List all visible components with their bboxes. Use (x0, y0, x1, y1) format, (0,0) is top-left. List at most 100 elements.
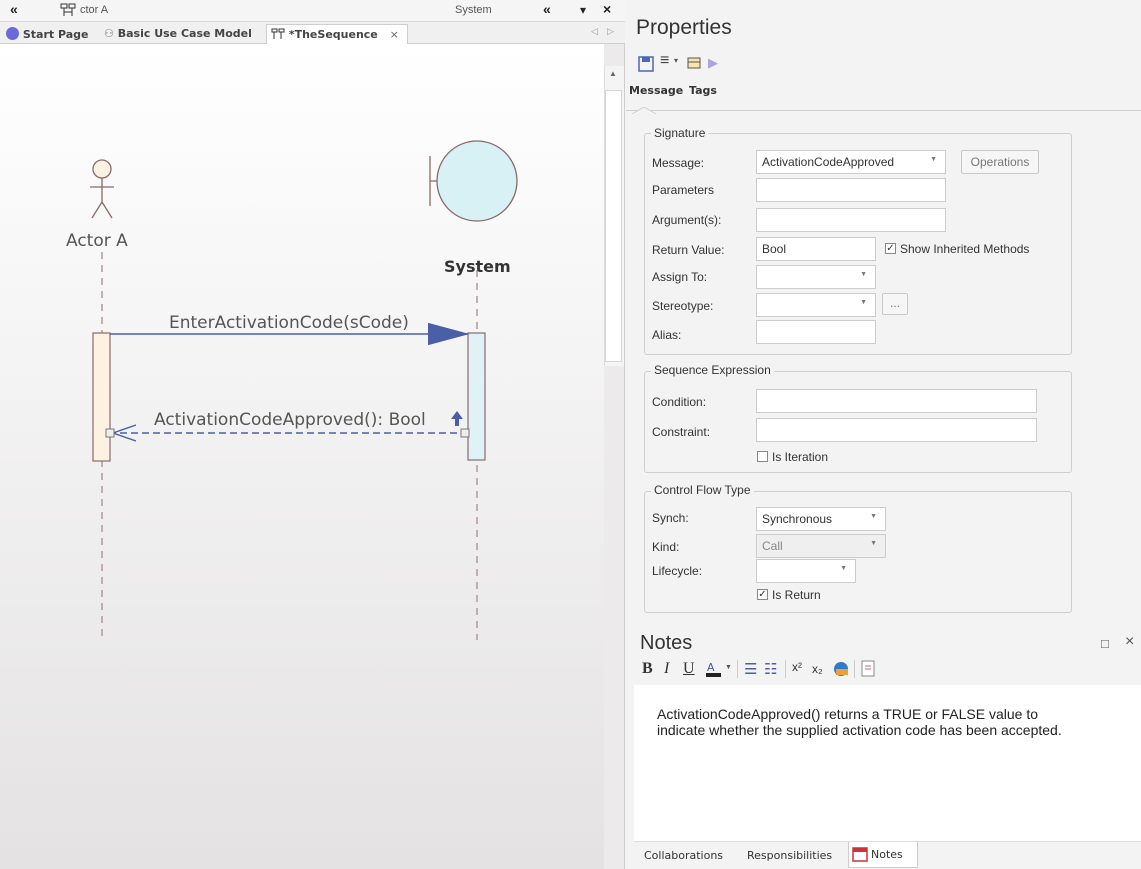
message-label-return[interactable]: ActivationCodeApproved(): Bool (154, 410, 426, 430)
bold-button[interactable]: B (642, 660, 653, 678)
signature-legend: Signature (651, 126, 709, 140)
tab-divider (626, 110, 1141, 111)
tab-the-sequence[interactable]: *TheSequence × (266, 24, 408, 44)
system-activation-bar[interactable] (467, 332, 486, 461)
element-icon[interactable] (686, 55, 704, 71)
synch-value: Synchronous (762, 512, 833, 526)
notes-tab-icon (852, 846, 868, 865)
stereotype-select[interactable]: ▼ (756, 293, 876, 317)
is-iteration-label: Is Iteration (772, 450, 829, 464)
spellcheck-icon[interactable] (832, 660, 850, 681)
notes-title: Notes (640, 632, 693, 654)
expand-left-button[interactable]: « (10, 1, 18, 17)
kind-label: Kind: (652, 540, 680, 554)
notes-editor[interactable]: ActivationCodeApproved() returns a TRUE … (634, 685, 1141, 841)
message-label-enter[interactable]: EnterActivationCode(sCode) (169, 313, 409, 333)
tab-tags[interactable]: Tags (689, 84, 717, 97)
message-handle[interactable] (460, 428, 470, 438)
maximize-icon[interactable]: □ (1101, 636, 1109, 651)
boundary-icon[interactable] (429, 140, 518, 222)
save-icon[interactable] (638, 56, 654, 72)
notes-toolbar: B I U A ▼ ☰ ☷ x² x₂ (640, 660, 960, 682)
condition-label: Condition: (652, 395, 707, 409)
document-tabs: Start Page ⚇ Basic Use Case Model *TheSe… (0, 22, 625, 44)
stereotype-label: Stereotype: (652, 299, 714, 313)
operations-button[interactable]: Operations (961, 150, 1039, 174)
tab-start-page[interactable]: Start Page (2, 24, 92, 44)
actor-label[interactable]: Actor A (66, 231, 128, 251)
tab-notes[interactable]: Notes (848, 842, 918, 868)
font-color-icon[interactable]: A (705, 660, 723, 681)
breadcrumb-system[interactable]: System (455, 4, 492, 16)
system-label[interactable]: System (444, 257, 511, 276)
return-value-field[interactable]: Bool (756, 237, 876, 261)
actor-activation-bar[interactable] (92, 332, 111, 462)
collapse-button[interactable]: « (543, 1, 551, 17)
show-inherited-label: Show Inherited Methods (900, 242, 1030, 256)
close-icon[interactable]: × (603, 1, 611, 17)
is-return-label: Is Return (772, 588, 821, 602)
tab-scroll-right-icon[interactable]: ▷ (607, 26, 614, 37)
scrollbar-thumb[interactable] (605, 90, 622, 362)
underline-button[interactable]: U (683, 660, 695, 678)
assign-to-select[interactable]: ▼ (756, 265, 876, 289)
tab-close-icon[interactable]: × (390, 28, 399, 41)
tab-label: Basic Use Case Model (117, 27, 252, 40)
diagram-title-bar: « ctor A System « ▾ × (0, 0, 625, 22)
numbered-list-icon[interactable]: ☷ (764, 660, 777, 678)
synch-select[interactable]: Synchronous ▼ (756, 507, 886, 531)
properties-toolbar: ≡ ▾ ▶ (638, 52, 778, 75)
menu-icon[interactable]: ≡ (660, 52, 669, 70)
parameters-field[interactable] (756, 178, 946, 202)
actor-icon[interactable] (90, 159, 114, 219)
close-icon[interactable]: × (1125, 633, 1134, 651)
sequence-diagram-icon (271, 28, 289, 41)
show-inherited-checkbox[interactable]: ✓ (885, 243, 896, 254)
kind-select[interactable]: Call ▼ (756, 534, 886, 558)
synch-label: Synch: (652, 511, 689, 525)
lifecycle-select[interactable]: ▼ (756, 559, 856, 583)
chevron-down-icon: ▼ (930, 156, 937, 163)
tab-basic-use-case-model[interactable]: ⚇ Basic Use Case Model (100, 24, 256, 44)
italic-button[interactable]: I (664, 660, 669, 678)
control-flow-legend: Control Flow Type (651, 483, 754, 497)
message-label: Message: (652, 156, 705, 170)
tab-scroll-left-icon[interactable]: ◁ (591, 26, 598, 37)
play-icon[interactable]: ▶ (708, 55, 718, 71)
constraint-field[interactable] (756, 418, 1037, 442)
bullet-list-icon[interactable]: ☰ (744, 660, 757, 678)
toolbar-separator (785, 660, 786, 678)
toolbar-separator (737, 660, 738, 678)
tab-label: *TheSequence (288, 28, 378, 41)
subscript-button[interactable]: x₂ (812, 662, 823, 676)
message-handle[interactable] (105, 428, 115, 438)
tab-responsibilities[interactable]: Responsibilities (747, 849, 832, 862)
tab-collaborations[interactable]: Collaborations (644, 849, 723, 862)
return-value-label: Return Value: (652, 243, 725, 257)
alias-field[interactable] (756, 320, 876, 344)
breadcrumb-actor[interactable]: ctor A (80, 4, 108, 16)
is-return-checkbox[interactable]: ✓ (757, 589, 768, 600)
message-value: ActivationCodeApproved (762, 155, 895, 169)
use-case-icon: ⚇ (104, 27, 114, 40)
bottom-tabs: Collaborations Responsibilities Notes (634, 841, 1141, 869)
arguments-field[interactable] (756, 208, 946, 232)
chevron-down-icon[interactable]: ▾ (674, 56, 678, 65)
message-select[interactable]: ActivationCodeApproved ▼ (756, 150, 946, 174)
condition-field[interactable] (756, 389, 1037, 413)
superscript-button[interactable]: x² (792, 660, 802, 674)
dropdown-button[interactable]: ▾ (580, 3, 586, 17)
document-icon[interactable] (860, 660, 876, 681)
tab-label: Notes (871, 848, 903, 861)
tab-label: Start Page (22, 28, 89, 41)
constraint-label: Constraint: (652, 425, 711, 439)
toolbar-separator (854, 660, 855, 678)
is-iteration-checkbox[interactable] (757, 451, 768, 462)
tab-message[interactable]: Message (629, 84, 683, 97)
scroll-up-icon[interactable]: ▲ (609, 69, 617, 78)
notes-text[interactable]: ActivationCodeApproved() returns a TRUE … (657, 706, 1062, 738)
stereotype-browse-button[interactable]: ... (882, 293, 908, 315)
start-page-icon (6, 27, 19, 40)
diagram-window: « ctor A System « ▾ × Start Page ⚇ Basic… (0, 0, 625, 869)
chevron-down-icon[interactable]: ▼ (725, 664, 732, 671)
